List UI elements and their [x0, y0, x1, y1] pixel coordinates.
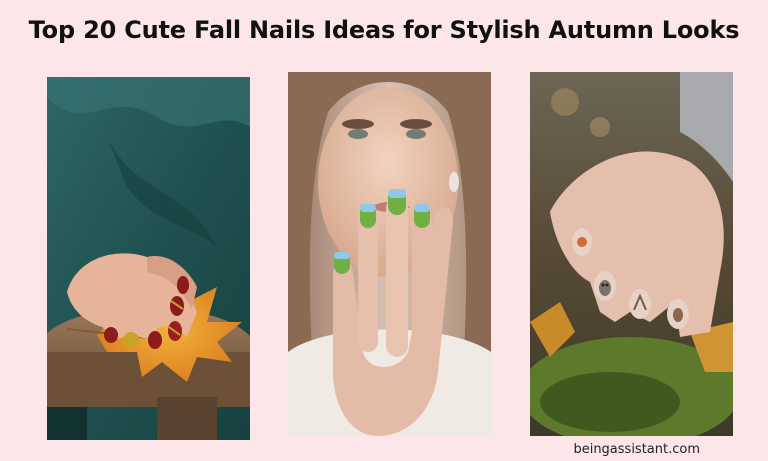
page-title: Top 20 Cute Fall Nails Ideas for Stylish…: [28, 16, 740, 44]
site-credit: beingassistant.com: [573, 442, 700, 457]
photo-green-landscape-nails: [288, 72, 491, 436]
photo-red-gold-nails: [47, 77, 250, 440]
photo-woodland-animal-nails: [530, 72, 733, 436]
